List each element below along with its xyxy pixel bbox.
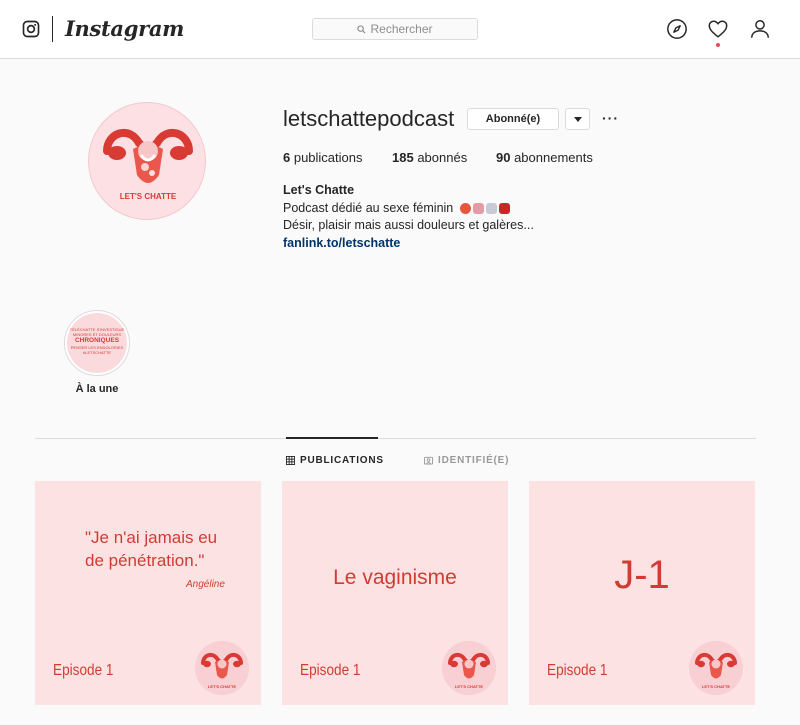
search-icon (357, 24, 366, 34)
highlight-thumb-title: CHRONIQUES (74, 337, 120, 344)
publications-count: 6 (283, 150, 294, 165)
followers-stat[interactable]: 185 abonnés (392, 150, 496, 165)
following-count: 90 (496, 150, 515, 165)
following-label: abonnements (514, 150, 593, 165)
highlight-thumb-text-4: #LETSCHATTE (83, 350, 111, 355)
post-tile[interactable]: J-1 Episode 1 LET'S CHATTE (529, 481, 755, 705)
post-logo-text: LET'S CHATTE (208, 684, 237, 689)
followers-label: abonnés (417, 150, 468, 165)
highlight-label[interactable]: À la une (56, 383, 138, 395)
post-tile[interactable]: "Je n'ai jamais eu de pénétration." Angé… (35, 481, 261, 705)
profile-avatar[interactable]: LET'S CHATTE (88, 102, 206, 220)
grid-icon (286, 456, 295, 465)
bio-line-2: Désir, plaisir mais aussi douleurs et ga… (283, 218, 534, 232)
post-title: Le vaginisme (333, 566, 457, 589)
post-episode-label: Episode 1 (300, 662, 361, 679)
compass-icon[interactable] (666, 18, 688, 40)
bio-line-1: Podcast dédié au sexe féminin (283, 200, 534, 218)
top-navigation-bar: Instagram Rechercher (0, 0, 800, 59)
avatar-logo-text: LET'S CHATTE (120, 192, 177, 201)
bio-emoji-group (459, 202, 510, 214)
search-placeholder: Rechercher (370, 22, 433, 36)
profile-bio: Let's Chatte Podcast dédié au sexe fémin… (283, 182, 534, 252)
post-episode-label: Episode 1 (547, 662, 608, 679)
tab-tagged[interactable]: IDENTIFIÉ(E) (424, 455, 509, 466)
post-quote: "Je n'ai jamais eu de pénétration." (85, 526, 217, 572)
following-stat[interactable]: 90 abonnements (496, 150, 593, 165)
tab-tagged-label: IDENTIFIÉ(E) (438, 455, 510, 466)
post-quote-author: Angéline (186, 579, 225, 590)
publications-label: publications (293, 150, 363, 165)
profile-display-name: Let's Chatte (283, 183, 355, 197)
profile-stats: 6 publications 185 abonnés 90 abonnement… (283, 150, 593, 165)
bio-line-1-text: Podcast dédié au sexe féminin (283, 200, 454, 215)
search-input[interactable]: Rechercher (312, 18, 478, 40)
suggestions-dropdown-button[interactable] (565, 108, 590, 130)
post-title: J-1 (614, 553, 670, 597)
highlight-thumbnail[interactable]: TÉLÉCHATTE S'INVESTIGUE MINORES ET DOULE… (67, 313, 127, 373)
uterus-logo-icon: LET'S CHATTE (195, 641, 249, 695)
user-icon[interactable] (749, 18, 771, 40)
people-emoji-icon (485, 202, 497, 214)
heart-icon[interactable] (707, 18, 729, 40)
bio-link[interactable]: fanlink.to/letschatte (283, 235, 400, 253)
heart-emoji-icon (459, 202, 471, 214)
profile-username: letschattepodcast (283, 106, 455, 131)
notification-dot (716, 43, 720, 47)
instagram-glyph-icon[interactable] (22, 20, 40, 38)
chevron-down-icon (573, 116, 582, 122)
people-emoji-icon (472, 202, 484, 214)
uterus-logo-icon: LET'S CHATTE (442, 641, 496, 695)
followers-count: 185 (392, 150, 418, 165)
post-quote-line-1: "Je n'ai jamais eu (85, 528, 218, 547)
following-button[interactable]: Abonné(e) (467, 108, 559, 130)
more-options-icon[interactable]: ··· (602, 110, 619, 126)
tabs-divider (35, 438, 756, 439)
post-quote-line-2: de pénétration." (85, 551, 205, 570)
header-divider (52, 16, 53, 42)
post-logo-text: LET'S CHATTE (455, 684, 484, 689)
tab-publications[interactable]: PUBLICATIONS (286, 455, 384, 466)
instagram-wordmark[interactable]: Instagram (65, 16, 184, 41)
post-logo-text: LET'S CHATTE (702, 684, 731, 689)
tag-icon (424, 456, 433, 465)
post-episode-label: Episode 1 (53, 662, 114, 679)
uterus-logo-icon: LET'S CHATTE (689, 641, 743, 695)
post-tile[interactable]: Le vaginisme Episode 1 LET'S CHATTE (282, 481, 508, 705)
tab-publications-label: PUBLICATIONS (300, 455, 384, 466)
telephone-emoji-icon (498, 202, 510, 214)
publications-stat: 6 publications (283, 150, 392, 165)
active-tab-indicator (286, 437, 378, 439)
uterus-logo-icon: LET'S CHATTE (103, 128, 193, 201)
